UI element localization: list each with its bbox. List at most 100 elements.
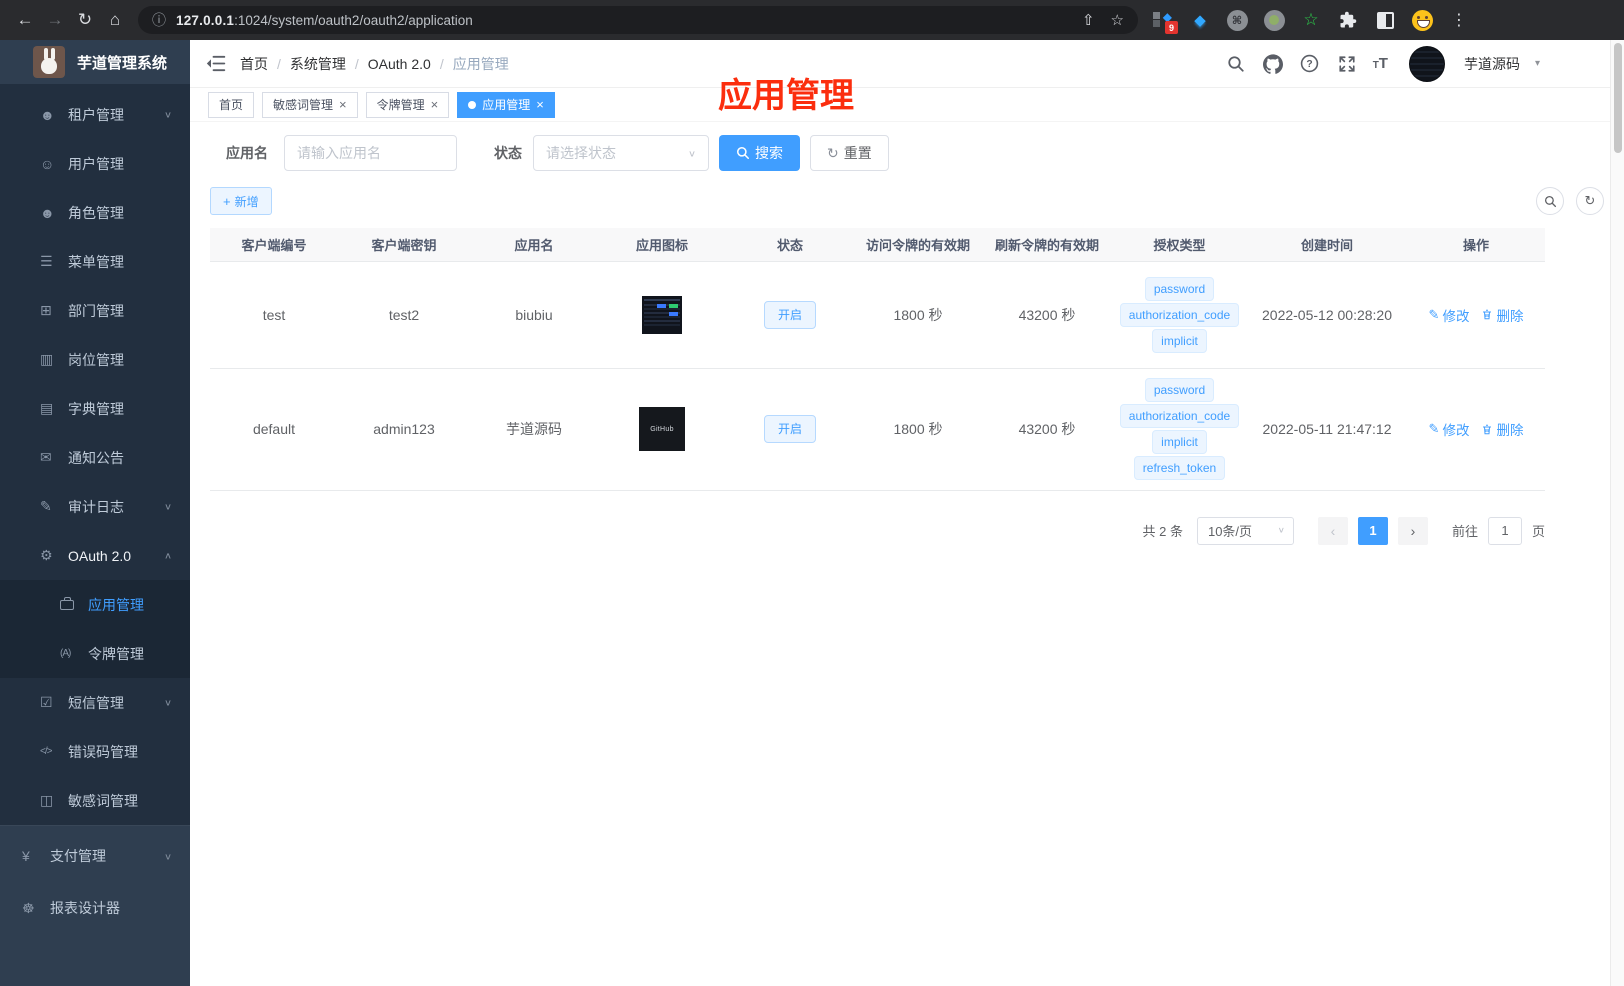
breadcrumb-oauth[interactable]: OAuth 2.0 <box>368 56 431 72</box>
extension-badge: 9 <box>1165 21 1178 34</box>
sidebar-item-report-designer[interactable]: ☸ 报表设计器 <box>0 882 190 934</box>
sidebar-item-user[interactable]: ☺ 用户管理 <box>0 139 190 188</box>
extension-gem-icon[interactable]: ◆ <box>1189 9 1211 31</box>
refresh-icon: ↻ <box>1584 193 1596 208</box>
scrollbar-thumb[interactable] <box>1614 43 1622 153</box>
app-briefcase-icon <box>60 596 74 610</box>
page-unit-label: 页 <box>1531 524 1545 539</box>
tab-sensitive-words[interactable]: 敏感词管理 × <box>262 91 358 118</box>
sidebar-item-errorcode[interactable]: </> 错误码管理 <box>0 727 190 776</box>
sidebar-item-sms[interactable]: ☑ 短信管理 ∨ <box>0 678 190 727</box>
breadcrumb-separator: / <box>354 55 359 72</box>
scrollbar[interactable] <box>1610 40 1624 986</box>
close-icon[interactable]: × <box>536 98 544 111</box>
edit-label: 修改 <box>1442 423 1470 438</box>
prev-page-button[interactable]: ‹ <box>1317 516 1348 545</box>
extension-command-icon[interactable]: ⌘ <box>1226 9 1248 31</box>
sidebar-item-sensitive[interactable]: ◫ 敏感词管理 <box>0 776 190 825</box>
sidebar-item-dict[interactable]: ▤ 字典管理 <box>0 384 190 433</box>
search-button[interactable] <box>1225 53 1247 75</box>
tab-application-management[interactable]: 应用管理 × <box>457 91 555 118</box>
sidebar-item-oauth-token[interactable]: (A) 令牌管理 <box>0 629 190 678</box>
profile-avatar-button[interactable] <box>1411 9 1433 31</box>
edit-link[interactable]: ✎ 修改 <box>1429 305 1470 325</box>
help-button[interactable]: ? <box>1299 53 1321 75</box>
record-icon <box>1263 9 1285 31</box>
username[interactable]: 芋道源码 <box>1464 54 1520 74</box>
goto-page-input[interactable] <box>1487 516 1522 545</box>
close-icon[interactable]: × <box>431 98 439 111</box>
extensions-puzzle-button[interactable] <box>1337 9 1359 31</box>
sidebar-item-pay[interactable]: ¥ 支付管理 ∨ <box>0 830 190 882</box>
github-button[interactable] <box>1262 53 1284 75</box>
search-button[interactable]: 搜索 <box>719 135 800 171</box>
user-dropdown-caret-icon[interactable]: ▾ <box>1535 58 1540 69</box>
sidebar-item-role[interactable]: ☻ 角色管理 <box>0 188 190 237</box>
delete-link[interactable]: 删除 <box>1481 305 1523 325</box>
edit-label: 修改 <box>1442 308 1470 324</box>
url-path: :1024/system/oauth2/oauth2/application <box>234 12 473 28</box>
delete-link[interactable]: 删除 <box>1481 419 1523 439</box>
sidebar-item-menu[interactable]: ☰ 菜单管理 <box>0 237 190 286</box>
page-content: 应用名 状态 请选择状态 ∨ 搜索 ↻ 重置 + <box>190 122 1624 545</box>
breadcrumb-system[interactable]: 系统管理 <box>290 54 346 74</box>
tabs-bar: 首页 敏感词管理 × 令牌管理 × 应用管理 × <box>190 88 1624 122</box>
sidebar-item-oauth-application[interactable]: 应用管理 <box>0 580 190 629</box>
audit-log-icon: ✎ <box>40 498 52 514</box>
page-size-select[interactable]: 10条/页 ∨ <box>1196 516 1294 545</box>
cell-created: 2022-05-11 21:47:12 <box>1247 368 1407 491</box>
github-icon <box>1262 53 1283 74</box>
sidebar-item-label: 报表设计器 <box>50 900 120 916</box>
browser-refresh-button[interactable]: ↻ <box>70 5 100 35</box>
bookmark-star-icon[interactable]: ☆ <box>1111 11 1124 29</box>
reset-button[interactable]: ↻ 重置 <box>810 135 889 171</box>
extension-record-icon[interactable] <box>1263 9 1285 31</box>
sidebar-item-post[interactable]: ▥ 岗位管理 <box>0 335 190 384</box>
token-signal-icon: (A) <box>60 648 71 659</box>
browser-back-button[interactable]: ← <box>10 5 40 35</box>
tab-token-management[interactable]: 令牌管理 × <box>365 91 450 118</box>
add-button[interactable]: + 新增 <box>210 187 272 215</box>
sidebar-item-dept[interactable]: ⊞ 部门管理 <box>0 286 190 335</box>
col-app-name: 应用名 <box>470 228 598 262</box>
extension-green-star-icon[interactable]: ☆ <box>1300 9 1322 31</box>
cell-client-secret: test2 <box>338 261 470 369</box>
browser-home-button[interactable]: ⌂ <box>100 5 130 35</box>
edit-link[interactable]: ✎ 修改 <box>1429 419 1470 439</box>
status-select[interactable]: 请选择状态 ∨ <box>533 135 709 171</box>
sidebar-item-notice[interactable]: ✉ 通知公告 <box>0 433 190 482</box>
sidebar-item-audit[interactable]: ✎ 审计日志 ∨ <box>0 482 190 531</box>
tab-label: 令牌管理 <box>376 98 425 112</box>
sidebar-item-oauth[interactable]: ⚙ OAuth 2.0 ∧ <box>0 531 190 580</box>
extension-tiles-icon[interactable]: ◆ 9 <box>1152 9 1178 34</box>
delete-label: 删除 <box>1496 308 1524 324</box>
sidebar-item-label: 错误码管理 <box>68 743 138 760</box>
user-avatar[interactable] <box>1408 45 1445 82</box>
browser-forward-button[interactable]: → <box>40 5 70 35</box>
tab-home[interactable]: 首页 <box>208 91 255 118</box>
close-icon[interactable]: × <box>339 98 347 111</box>
share-icon[interactable]: ⇧ <box>1082 11 1095 29</box>
site-info-icon[interactable]: ⓘ <box>152 10 166 30</box>
tab-label: 首页 <box>219 98 244 112</box>
sidebar-fold-button[interactable] <box>206 55 226 73</box>
cell-refresh-ttl: 43200 秒 <box>982 368 1112 491</box>
active-dot-icon <box>468 100 477 109</box>
refresh-table-button[interactable]: ↻ <box>1576 187 1604 215</box>
app-name-input[interactable] <box>284 135 457 171</box>
breadcrumb-home[interactable]: 首页 <box>240 54 268 74</box>
refresh-icon: ↻ <box>827 144 839 161</box>
font-size-button[interactable]: TT <box>1373 55 1388 72</box>
green-star-icon: ☆ <box>1303 10 1319 29</box>
fullscreen-button[interactable] <box>1336 53 1358 75</box>
cell-app-name: biubiu <box>470 261 598 369</box>
app-logo[interactable]: 芋道管理系统 <box>0 40 190 84</box>
url-bar[interactable]: ⓘ 127.0.0.1:1024/system/oauth2/oauth2/ap… <box>138 6 1138 34</box>
extension-contrast-icon[interactable] <box>1374 9 1396 31</box>
page-number-1[interactable]: 1 <box>1357 516 1388 545</box>
browser-menu-button[interactable]: ⋮ <box>1448 9 1470 31</box>
next-page-button[interactable]: › <box>1397 516 1428 545</box>
toggle-search-button[interactable] <box>1536 187 1564 215</box>
sidebar-item-tenant[interactable]: ☻ 租户管理 ∨ <box>0 90 190 139</box>
status-badge: 开启 <box>763 415 816 443</box>
